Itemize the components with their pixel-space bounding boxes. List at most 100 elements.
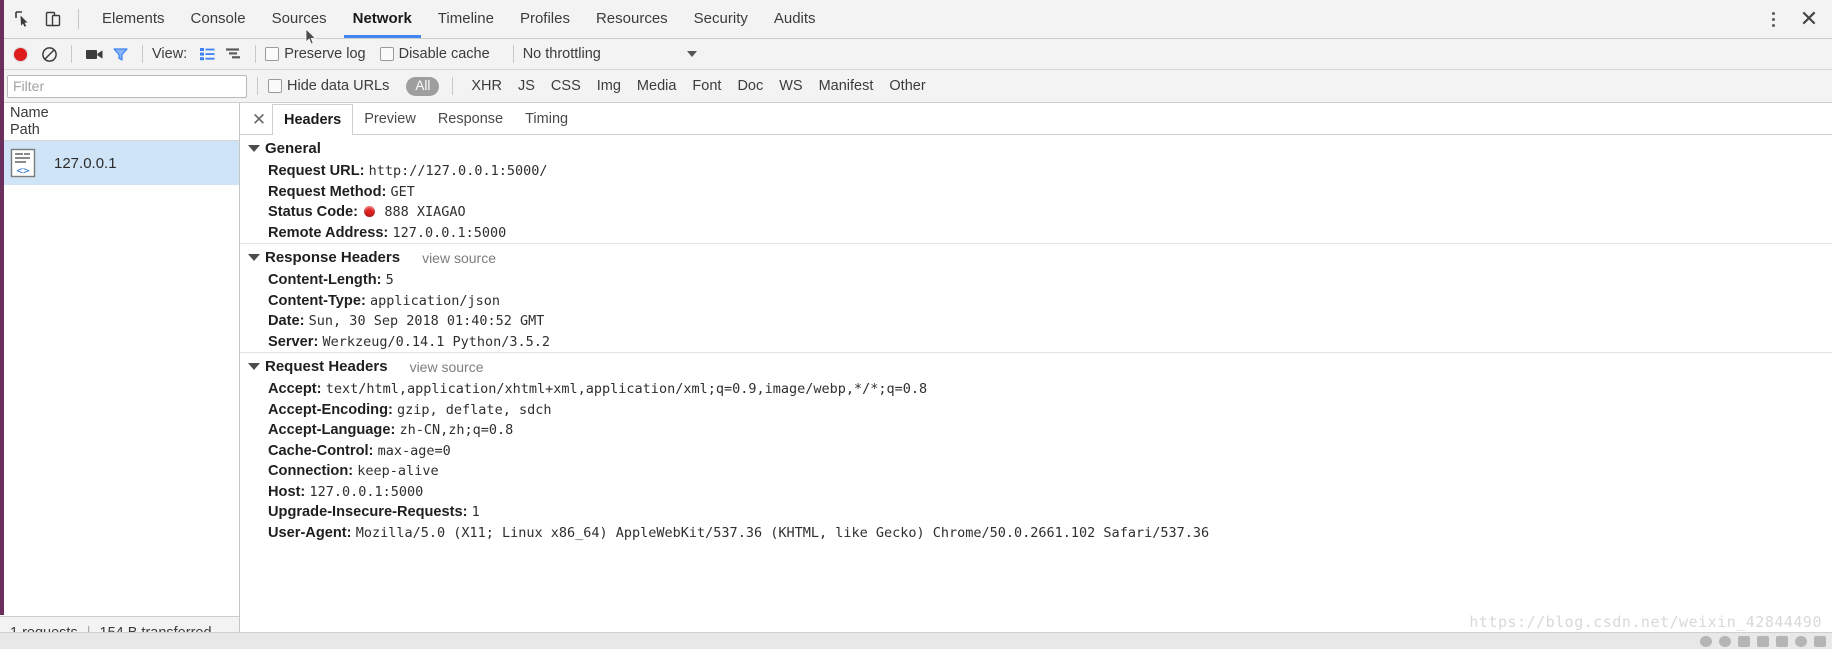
- devtools-tab-bar: Elements Console Sources Network Timelin…: [0, 0, 1832, 45]
- tab-headers[interactable]: Headers: [272, 104, 354, 135]
- toolbar-divider: [255, 45, 257, 63]
- tray-icon-6[interactable]: [1795, 635, 1807, 647]
- section-header-response[interactable]: Response Headers view source: [240, 244, 1832, 270]
- section-general: General Request URL: http://127.0.0.1:50…: [240, 135, 1832, 243]
- tab-response[interactable]: Response: [427, 104, 514, 134]
- resource-type-manifest[interactable]: Manifest: [811, 78, 882, 94]
- device-toolbar-icon[interactable]: [38, 5, 68, 33]
- column-header-path[interactable]: Path: [10, 122, 239, 139]
- header-value: Werkzeug/0.14.1 Python/3.5.2: [322, 333, 551, 350]
- tab-timeline[interactable]: Timeline: [425, 0, 507, 38]
- headers-content: General Request URL: http://127.0.0.1:50…: [240, 135, 1832, 649]
- toolbar-divider: [452, 77, 454, 95]
- toolbar-divider: [71, 45, 72, 63]
- panel-tabs: Elements Console Sources Network Timelin…: [89, 0, 829, 38]
- throttling-select[interactable]: No throttling: [523, 46, 697, 62]
- tab-audits[interactable]: Audits: [761, 0, 829, 38]
- filter-input[interactable]: [7, 74, 247, 98]
- header-row: Accept-Language: zh-CN,zh;q=0.8: [240, 420, 1832, 441]
- camera-icon[interactable]: [81, 42, 107, 66]
- header-value: application/json: [370, 292, 501, 309]
- list-view-icon[interactable]: [194, 42, 220, 66]
- disable-cache-checkbox[interactable]: Disable cache: [379, 46, 490, 62]
- devtools-window: Elements Console Sources Network Timelin…: [0, 0, 1832, 649]
- triangle-down-icon[interactable]: [248, 145, 260, 152]
- section-title: Request Headers: [265, 358, 388, 375]
- resource-type-all[interactable]: All: [406, 76, 440, 96]
- header-key: Host:: [268, 483, 306, 500]
- header-key: Content-Type:: [268, 292, 366, 309]
- resource-type-img[interactable]: Img: [589, 78, 629, 94]
- hide-data-urls-checkbox[interactable]: Hide data URLs: [268, 78, 389, 94]
- header-key: Accept-Encoding:: [268, 401, 393, 418]
- tab-resources[interactable]: Resources: [583, 0, 681, 38]
- waterfall-view-icon[interactable]: [220, 42, 246, 66]
- tab-preview[interactable]: Preview: [353, 104, 427, 134]
- header-key: Accept-Language:: [268, 422, 396, 438]
- close-detail-icon[interactable]: ✕: [246, 104, 272, 134]
- view-source-link[interactable]: view source: [410, 359, 484, 375]
- header-key: Date:: [268, 313, 305, 329]
- checkbox-box[interactable]: [265, 47, 280, 61]
- tray-icon-3[interactable]: [1738, 635, 1750, 647]
- header-key: Request URL:: [268, 163, 365, 179]
- preserve-log-label: Preserve log: [284, 46, 366, 62]
- chevron-down-icon[interactable]: [686, 51, 697, 57]
- preserve-log-checkbox[interactable]: Preserve log: [265, 46, 366, 62]
- tab-network[interactable]: Network: [340, 0, 425, 38]
- tray-icon-1[interactable]: [1700, 635, 1712, 647]
- inspect-element-icon[interactable]: [8, 5, 38, 33]
- header-value: 127.0.0.1:5000: [392, 224, 507, 241]
- header-value: text/html,application/xhtml+xml,applicat…: [325, 381, 928, 397]
- view-source-link[interactable]: view source: [422, 250, 496, 266]
- tab-elements[interactable]: Elements: [89, 0, 178, 38]
- tray-icon-5[interactable]: [1776, 635, 1788, 647]
- header-row: Date: Sun, 30 Sep 2018 01:40:52 GMT: [240, 311, 1832, 332]
- header-key: Server:: [268, 333, 319, 350]
- tab-sources[interactable]: Sources: [259, 0, 340, 38]
- requests-column-headers: Name Path: [0, 103, 239, 141]
- resource-type-media[interactable]: Media: [629, 78, 685, 94]
- section-request-headers: Request Headers view source Accept: text…: [240, 352, 1832, 549]
- section-title: Response Headers: [265, 249, 401, 266]
- resource-type-other[interactable]: Other: [881, 78, 933, 94]
- request-detail-tabs: ✕ Headers Preview Response Timing: [240, 103, 1832, 135]
- kebab-menu-icon[interactable]: [1760, 6, 1786, 32]
- tab-console[interactable]: Console: [178, 0, 259, 38]
- header-key: Status Code:: [268, 204, 358, 220]
- header-row: Accept: text/html,application/xhtml+xml,…: [240, 379, 1832, 400]
- disable-cache-label: Disable cache: [398, 46, 490, 62]
- checkbox-box[interactable]: [268, 79, 282, 93]
- resource-type-css[interactable]: CSS: [543, 78, 589, 94]
- record-button[interactable]: [14, 47, 27, 61]
- resource-type-font[interactable]: Font: [684, 78, 729, 94]
- tab-profiles[interactable]: Profiles: [507, 0, 583, 38]
- filter-funnel-icon[interactable]: [107, 42, 133, 66]
- resource-type-doc[interactable]: Doc: [729, 78, 771, 94]
- header-row: Request URL: http://127.0.0.1:5000/: [240, 161, 1832, 182]
- checkbox-box[interactable]: [379, 47, 394, 61]
- clear-icon[interactable]: [36, 42, 62, 66]
- triangle-down-icon[interactable]: [248, 254, 260, 261]
- tab-timing[interactable]: Timing: [514, 104, 579, 134]
- header-value: Sun, 30 Sep 2018 01:40:52 GMT: [308, 313, 545, 329]
- header-row: Server: Werkzeug/0.14.1 Python/3.5.2: [240, 332, 1832, 353]
- network-filter-bar: Hide data URLs All XHR JS CSS Img Media …: [0, 70, 1832, 103]
- tray-icon-7[interactable]: [1814, 635, 1826, 647]
- resource-type-xhr[interactable]: XHR: [463, 78, 510, 94]
- tab-security[interactable]: Security: [681, 0, 761, 38]
- close-icon[interactable]: ✕: [1796, 6, 1822, 32]
- resource-type-ws[interactable]: WS: [771, 78, 810, 94]
- section-header-request[interactable]: Request Headers view source: [240, 353, 1832, 379]
- triangle-down-icon[interactable]: [248, 363, 260, 370]
- tray-icon-4[interactable]: [1757, 635, 1769, 647]
- header-row: Remote Address: 127.0.0.1:5000: [240, 223, 1832, 244]
- resource-type-js[interactable]: JS: [510, 78, 543, 94]
- column-header-name[interactable]: Name: [10, 105, 239, 122]
- status-error-dot-icon: [364, 206, 376, 217]
- requests-list: <> 127.0.0.1: [0, 141, 239, 616]
- section-header-general[interactable]: General: [240, 135, 1832, 161]
- table-row[interactable]: <> 127.0.0.1: [0, 141, 239, 185]
- tray-icon-2[interactable]: [1719, 635, 1731, 647]
- tab-bar-right-controls: ✕: [1760, 6, 1832, 32]
